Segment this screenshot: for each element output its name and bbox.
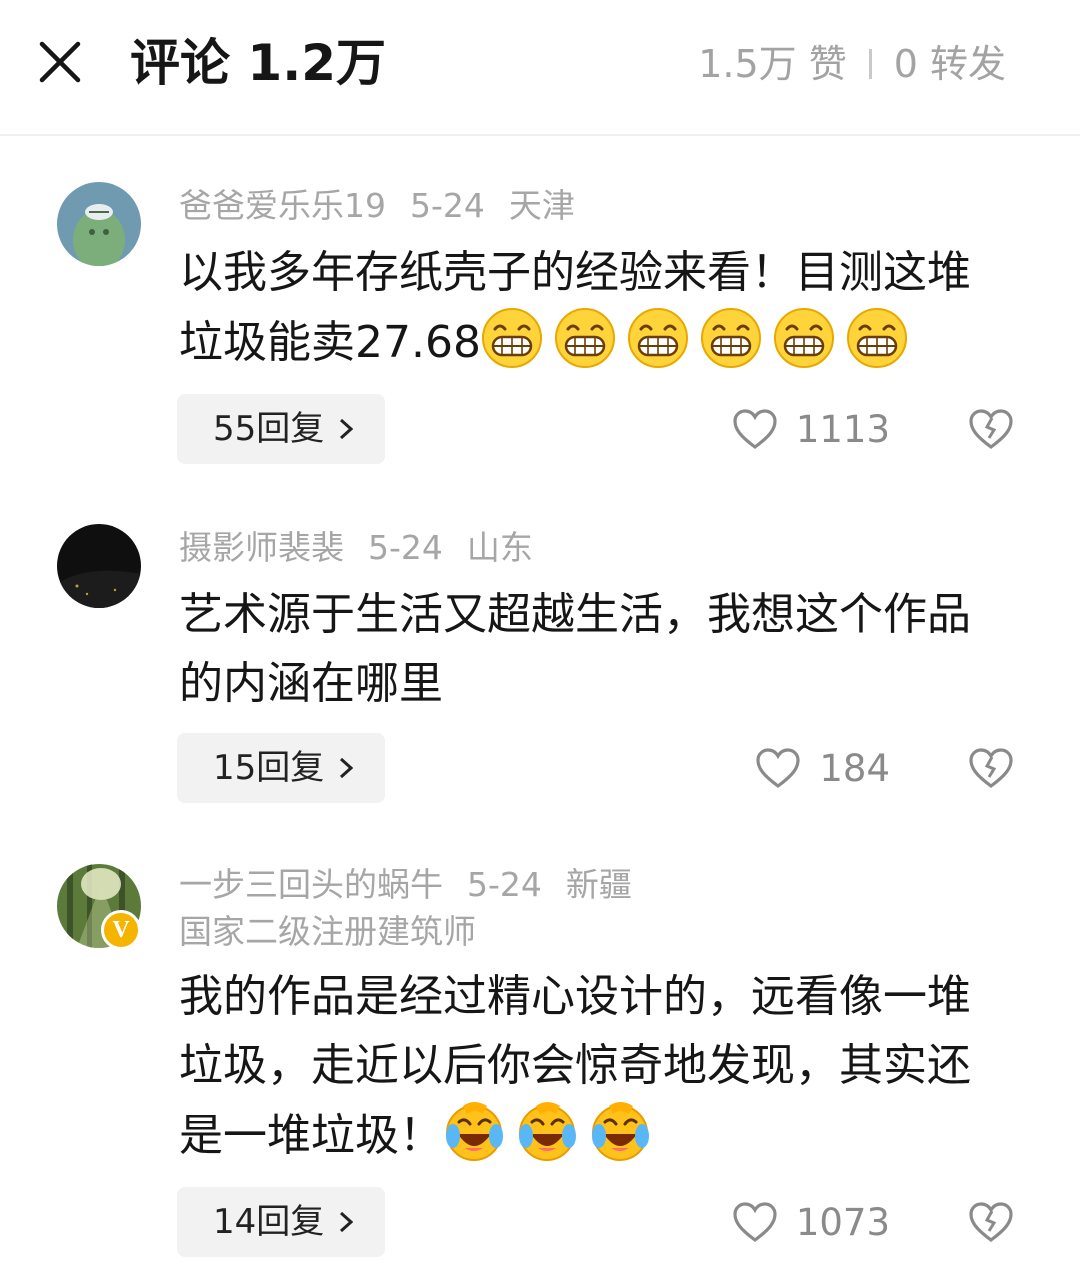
comment-text: 艺术源于生活又超越生活，我想这个作品的内涵在哪里 (179, 580, 1009, 718)
heart-icon (756, 748, 800, 788)
comments-header: 评论 1.2万 1.5万 赞 0 转发 (0, 0, 1080, 136)
comment-meta: 一步三回头的蜗牛 5-24 新疆 (179, 863, 656, 907)
replies-count: 15回复 (213, 748, 325, 788)
heart-icon (733, 1202, 777, 1242)
comment-location: 新疆 (565, 865, 632, 904)
broken-heart-icon (969, 409, 1013, 449)
emoji-group (443, 1102, 662, 1161)
comment-text: 以我多年存纸壳子的经验来看！目测这堆垃圾能卖27.68 (179, 238, 1009, 377)
chevron-right-icon (339, 1211, 353, 1233)
dislike-button[interactable] (968, 394, 1018, 464)
username[interactable]: 一步三回头的蜗牛 (179, 865, 443, 904)
avatar[interactable] (57, 182, 141, 266)
chevron-right-icon (339, 757, 353, 779)
comment-date: 5-24 (467, 865, 542, 904)
view-replies-button[interactable]: 55回复 (177, 394, 385, 464)
shares-count[interactable]: 0 转发 (894, 38, 1006, 90)
like-count: 184 (819, 746, 890, 790)
grinning-emoji (773, 307, 835, 369)
comment-location: 天津 (508, 186, 575, 225)
like-button[interactable]: 1113 (732, 394, 890, 464)
heart-icon (733, 409, 777, 449)
comment-text: 我的作品是经过精心设计的，远看像一堆垃圾，走近以后你会惊奇地发现，其实还是一堆垃… (179, 962, 1009, 1170)
comment-date: 5-24 (410, 186, 485, 225)
view-replies-button[interactable]: 14回复 (177, 1187, 385, 1257)
view-replies-button[interactable]: 15回复 (177, 733, 385, 803)
laughing-crying-emoji (443, 1100, 505, 1162)
replies-count: 14回复 (213, 1202, 325, 1242)
grinning-emoji (846, 307, 908, 369)
comment-body: 艺术源于生活又超越生活，我想这个作品的内涵在哪里 (179, 589, 971, 709)
dislike-button[interactable] (968, 733, 1018, 803)
like-button[interactable]: 184 (755, 733, 890, 803)
likes-count: 1.5万 赞 (698, 42, 847, 86)
verified-badge: V (101, 910, 141, 950)
chevron-right-icon (339, 418, 353, 440)
verified-label: V (112, 916, 130, 943)
post-stats: 1.5万 赞 0 转发 (698, 38, 1006, 90)
grinning-emoji (554, 307, 616, 369)
username[interactable]: 爸爸爱乐乐19 (179, 186, 386, 225)
broken-heart-icon (969, 748, 1013, 788)
user-title: 国家二级注册建筑师 (179, 912, 476, 951)
comment-meta: 爸爸爱乐乐19 5-24 天津 (179, 184, 599, 228)
username[interactable]: 摄影师裴裴 (179, 528, 344, 567)
grinning-emoji (700, 307, 762, 369)
emoji-group (481, 308, 919, 368)
laughing-crying-emoji (516, 1100, 578, 1162)
close-button[interactable] (36, 38, 84, 86)
grinning-emoji (481, 307, 543, 369)
close-icon (39, 41, 81, 83)
page-title: 评论 1.2万 (130, 34, 386, 92)
replies-count: 55回复 (213, 409, 325, 449)
broken-heart-icon (969, 1202, 1013, 1242)
dislike-button[interactable] (968, 1187, 1018, 1257)
comment-date: 5-24 (368, 528, 443, 567)
like-count: 1113 (795, 407, 890, 451)
comment-location: 山东 (466, 528, 533, 567)
divider (868, 49, 872, 79)
comment-meta: 摄影师裴裴 5-24 山东 (179, 526, 557, 570)
like-count: 1073 (795, 1200, 890, 1244)
avatar[interactable] (57, 524, 141, 608)
grinning-emoji (627, 307, 689, 369)
like-button[interactable]: 1073 (732, 1187, 890, 1257)
laughing-crying-emoji (589, 1100, 651, 1162)
